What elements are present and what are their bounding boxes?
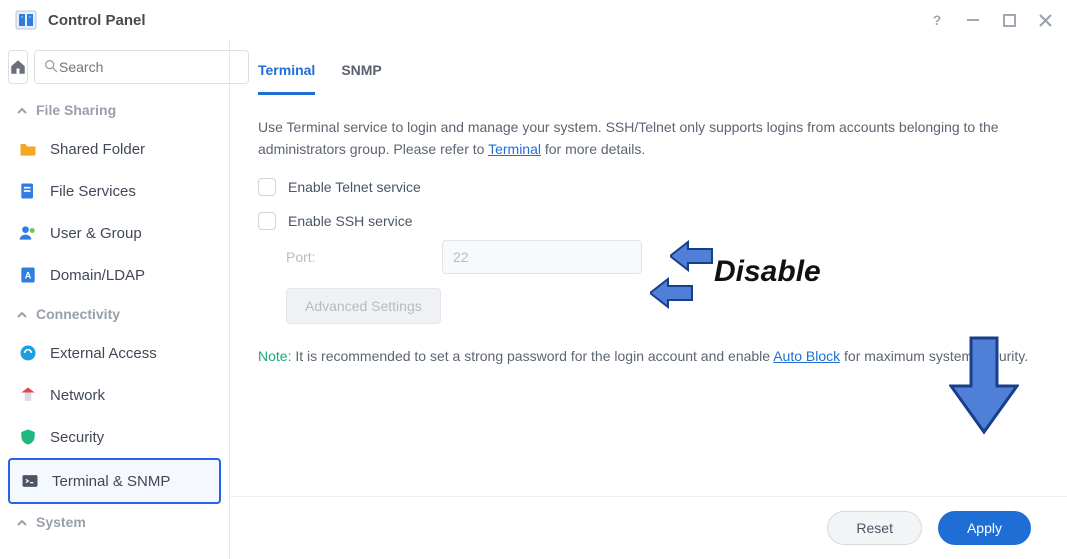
tab-snmp[interactable]: SNMP — [341, 58, 381, 95]
sidebar-item-security[interactable]: Security — [8, 416, 221, 458]
sidebar-item-network[interactable]: Network — [8, 374, 221, 416]
users-icon — [18, 223, 38, 243]
reset-button[interactable]: Reset — [827, 511, 922, 545]
folder-icon — [18, 139, 38, 159]
apply-button[interactable]: Apply — [938, 511, 1031, 545]
app-icon — [14, 8, 38, 32]
annotation-arrow-icon — [650, 277, 694, 309]
label-enable-telnet: Enable Telnet service — [288, 179, 421, 195]
sidebar-item-user-group[interactable]: User & Group — [8, 212, 221, 254]
section-connectivity[interactable]: Connectivity — [8, 296, 221, 332]
chevron-up-icon — [16, 516, 28, 528]
shield-icon — [18, 427, 38, 447]
label-enable-ssh: Enable SSH service — [288, 213, 413, 229]
close-icon[interactable] — [1037, 12, 1053, 28]
window-title: Control Panel — [48, 12, 929, 29]
home-button[interactable] — [8, 50, 28, 84]
chevron-up-icon — [16, 104, 28, 116]
checkbox-enable-ssh[interactable] — [258, 212, 276, 230]
domain-icon: A — [18, 265, 38, 285]
search-icon — [43, 58, 59, 77]
description-text: Use Terminal service to login and manage… — [258, 117, 1039, 160]
note-text: Note: It is recommended to set a strong … — [258, 346, 1039, 368]
sidebar-item-file-services[interactable]: File Services — [8, 170, 221, 212]
terminal-icon — [20, 471, 40, 491]
link-icon — [18, 343, 38, 363]
sidebar-item-external-access[interactable]: External Access — [8, 332, 221, 374]
chevron-up-icon — [16, 308, 28, 320]
tab-terminal[interactable]: Terminal — [258, 58, 315, 95]
minimize-icon[interactable] — [965, 12, 981, 28]
port-input — [442, 240, 642, 274]
svg-text:A: A — [25, 270, 32, 280]
advanced-settings-button: Advanced Settings — [286, 288, 441, 324]
section-file-sharing[interactable]: File Sharing — [8, 92, 221, 128]
port-label: Port: — [286, 249, 426, 265]
checkbox-enable-telnet[interactable] — [258, 178, 276, 196]
network-icon — [18, 385, 38, 405]
help-icon[interactable]: ? — [929, 12, 945, 28]
section-system[interactable]: System — [8, 504, 221, 540]
search-input[interactable] — [59, 59, 240, 75]
sidebar-item-domain-ldap[interactable]: A Domain/LDAP — [8, 254, 221, 296]
sidebar-item-terminal-snmp[interactable]: Terminal & SNMP — [8, 458, 221, 504]
sidebar-item-shared-folder[interactable]: Shared Folder — [8, 128, 221, 170]
terminal-help-link[interactable]: Terminal — [488, 141, 541, 157]
maximize-icon[interactable] — [1001, 12, 1017, 28]
search-field[interactable] — [34, 50, 249, 84]
auto-block-link[interactable]: Auto Block — [773, 348, 840, 364]
file-services-icon — [18, 181, 38, 201]
